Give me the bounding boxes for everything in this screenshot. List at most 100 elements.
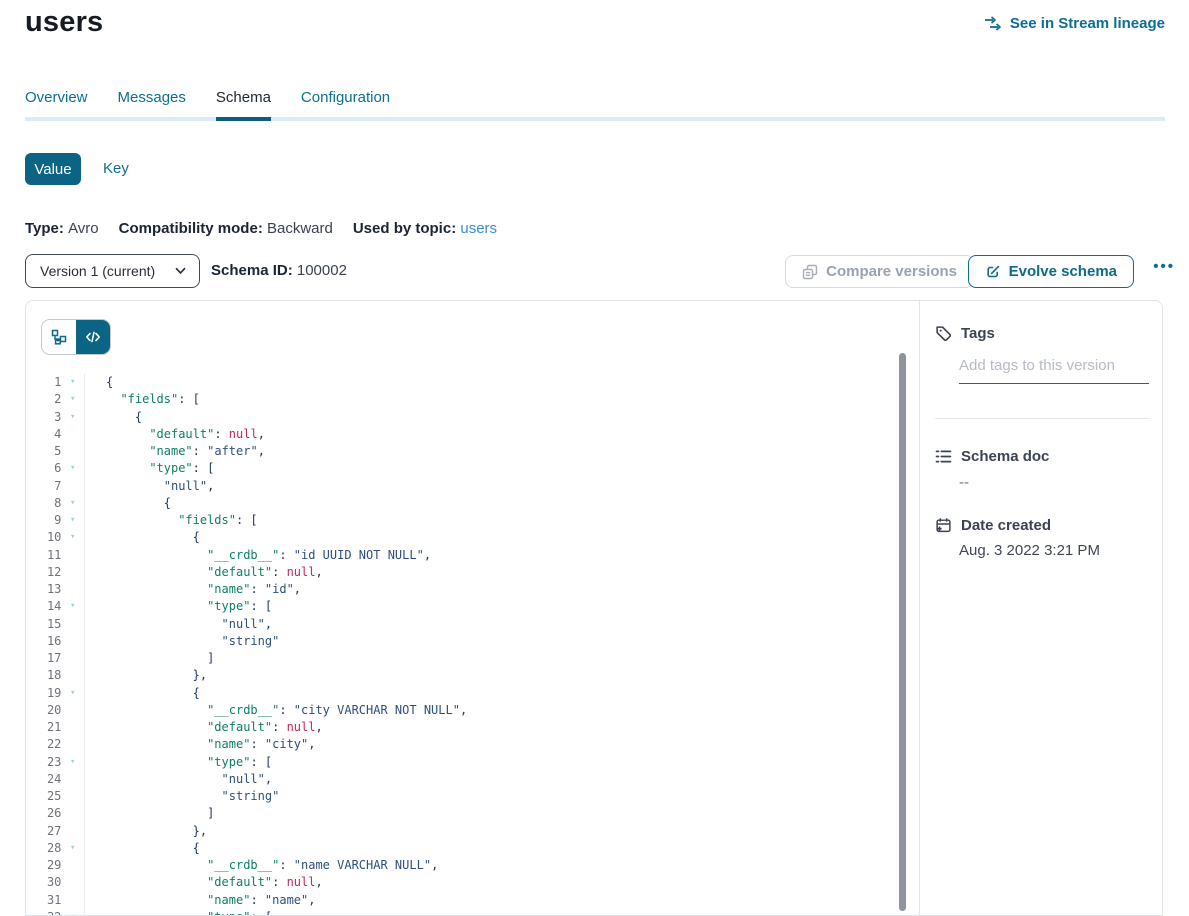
tree-view-icon bbox=[51, 329, 67, 345]
evolve-schema-button[interactable]: Evolve schema bbox=[968, 255, 1134, 288]
code-line: 23▾"type": [ bbox=[26, 754, 897, 771]
code-line: 17] bbox=[26, 650, 897, 667]
code-line: 12"default": null, bbox=[26, 564, 897, 581]
tree-view-button[interactable] bbox=[42, 320, 76, 354]
line-number: 4 bbox=[26, 426, 61, 443]
stream-lineage-icon bbox=[984, 16, 1003, 31]
list-icon bbox=[935, 448, 952, 465]
tab-configuration[interactable]: Configuration bbox=[301, 89, 390, 121]
line-number: 20 bbox=[26, 702, 61, 719]
line-number: 31 bbox=[26, 892, 61, 909]
meta-item: Type: Avro bbox=[25, 220, 99, 237]
fold-toggle-icon[interactable]: ▾ bbox=[61, 391, 84, 408]
code-editor[interactable]: 1▾{2▾"fields": [3▾{4"default": null,5"na… bbox=[26, 374, 897, 915]
line-number: 30 bbox=[26, 874, 61, 891]
calendar-plus-icon bbox=[935, 517, 952, 534]
line-number: 25 bbox=[26, 788, 61, 805]
line-number: 24 bbox=[26, 771, 61, 788]
fold-spacer bbox=[61, 581, 84, 598]
code-line: 7"null", bbox=[26, 478, 897, 495]
more-actions-button[interactable]: ••• bbox=[1153, 258, 1175, 275]
code-line: 24"null", bbox=[26, 771, 897, 788]
line-number: 21 bbox=[26, 719, 61, 736]
line-number: 18 bbox=[26, 667, 61, 684]
tab-value[interactable]: Value bbox=[25, 153, 81, 185]
fold-toggle-icon[interactable]: ▾ bbox=[61, 374, 84, 391]
stream-lineage-link[interactable]: See in Stream lineage bbox=[984, 15, 1165, 32]
code-line: 9▾"fields": [ bbox=[26, 512, 897, 529]
line-number: 19 bbox=[26, 685, 61, 702]
fold-spacer bbox=[61, 650, 84, 667]
schema-doc-value: -- bbox=[959, 474, 969, 491]
fold-toggle-icon[interactable]: ▾ bbox=[61, 598, 84, 615]
code-line: 10▾{ bbox=[26, 529, 897, 546]
line-number: 2 bbox=[26, 391, 61, 408]
fold-toggle-icon[interactable]: ▾ bbox=[61, 840, 84, 857]
add-tags-input[interactable] bbox=[959, 357, 1149, 384]
tags-section-title: Tags bbox=[935, 325, 995, 342]
fold-toggle-icon[interactable]: ▾ bbox=[61, 909, 84, 915]
code-line: 13"name": "id", bbox=[26, 581, 897, 598]
line-number: 3 bbox=[26, 409, 61, 426]
code-view-button[interactable] bbox=[76, 320, 110, 354]
edit-icon bbox=[985, 264, 1001, 280]
fold-spacer bbox=[61, 874, 84, 891]
tab-messages[interactable]: Messages bbox=[118, 89, 186, 121]
fold-spacer bbox=[61, 633, 84, 650]
meta-value: Avro bbox=[68, 220, 99, 237]
schema-panel: 1▾{2▾"fields": [3▾{4"default": null,5"na… bbox=[25, 300, 1163, 916]
tag-icon bbox=[935, 325, 952, 342]
code-line: 26] bbox=[26, 805, 897, 822]
tab-key[interactable]: Key bbox=[103, 160, 129, 177]
fold-spacer bbox=[61, 616, 84, 633]
line-number: 5 bbox=[26, 443, 61, 460]
chevron-down-icon bbox=[175, 267, 186, 275]
line-number: 27 bbox=[26, 823, 61, 840]
meta-value: Backward bbox=[267, 220, 333, 237]
tab-overview[interactable]: Overview bbox=[25, 89, 88, 121]
fold-toggle-icon[interactable]: ▾ bbox=[61, 512, 84, 529]
code-line: 21"default": null, bbox=[26, 719, 897, 736]
code-line: 32▾"type": [ bbox=[26, 909, 897, 915]
code-line: 25"string" bbox=[26, 788, 897, 805]
fold-spacer bbox=[61, 788, 84, 805]
page-title: users bbox=[25, 6, 103, 39]
fold-spacer bbox=[61, 443, 84, 460]
code-line: 20"__crdb__": "city VARCHAR NOT NULL", bbox=[26, 702, 897, 719]
line-number: 23 bbox=[26, 754, 61, 771]
fold-spacer bbox=[61, 702, 84, 719]
code-line: 29"__crdb__": "name VARCHAR NULL", bbox=[26, 857, 897, 874]
date-created-value: Aug. 3 2022 3:21 PM bbox=[959, 542, 1100, 559]
fold-toggle-icon[interactable]: ▾ bbox=[61, 529, 84, 546]
version-select[interactable]: Version 1 (current) bbox=[25, 254, 200, 288]
code-line: 5"name": "after", bbox=[26, 443, 897, 460]
code-line: 11"__crdb__": "id UUID NOT NULL", bbox=[26, 547, 897, 564]
fold-spacer bbox=[61, 547, 84, 564]
code-line: 6▾"type": [ bbox=[26, 460, 897, 477]
fold-toggle-icon[interactable]: ▾ bbox=[61, 754, 84, 771]
fold-toggle-icon[interactable]: ▾ bbox=[61, 495, 84, 512]
line-number: 32 bbox=[26, 909, 61, 915]
line-number: 29 bbox=[26, 857, 61, 874]
meta-item: Used by topic: users bbox=[353, 220, 497, 237]
schema-doc-section-title: Schema doc bbox=[935, 448, 1049, 465]
tab-schema[interactable]: Schema bbox=[216, 89, 271, 121]
fold-spacer bbox=[61, 892, 84, 909]
fold-spacer bbox=[61, 719, 84, 736]
line-number: 16 bbox=[26, 633, 61, 650]
editor-scrollbar-thumb[interactable] bbox=[899, 353, 906, 911]
fold-toggle-icon[interactable]: ▾ bbox=[61, 685, 84, 702]
line-number: 11 bbox=[26, 547, 61, 564]
fold-toggle-icon[interactable]: ▾ bbox=[61, 409, 84, 426]
code-line: 19▾{ bbox=[26, 685, 897, 702]
compare-versions-button[interactable]: Compare versions bbox=[785, 255, 974, 288]
date-created-section-title: Date created bbox=[935, 517, 1051, 534]
fold-toggle-icon[interactable]: ▾ bbox=[61, 460, 84, 477]
topic-link[interactable]: users bbox=[460, 220, 497, 237]
code-line: 28▾{ bbox=[26, 840, 897, 857]
line-number: 1 bbox=[26, 374, 61, 391]
fold-spacer bbox=[61, 771, 84, 788]
code-line: 18}, bbox=[26, 667, 897, 684]
code-line: 22"name": "city", bbox=[26, 736, 897, 753]
fold-spacer bbox=[61, 478, 84, 495]
